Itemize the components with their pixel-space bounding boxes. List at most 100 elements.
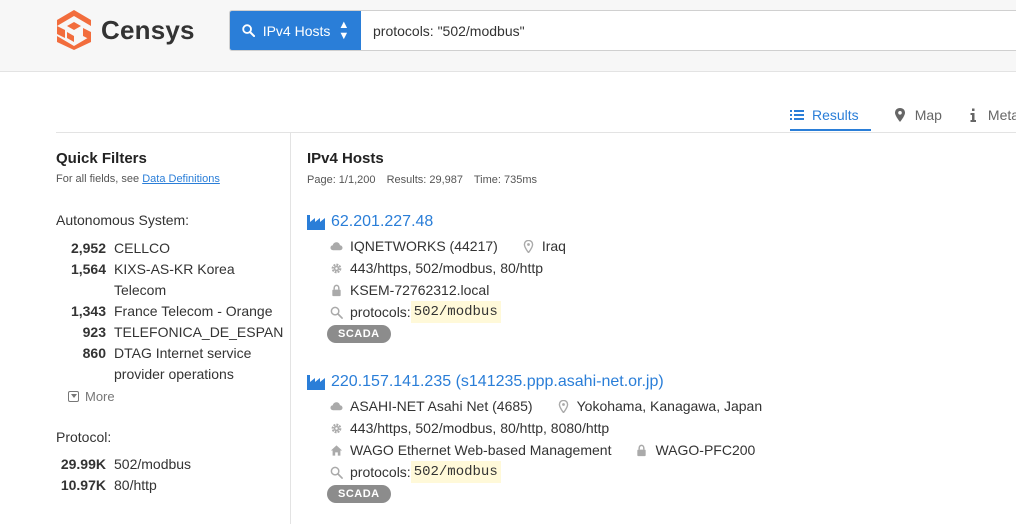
info-icon: [970, 108, 976, 122]
device-label: WAGO Ethernet Web-based Management: [350, 442, 612, 458]
quick-filters-title: Quick Filters: [56, 150, 147, 167]
query-time: Time: 735ms: [473, 174, 538, 186]
result-network-line: ASAHI-NET Asahi Net (4685) Yokohama, Kan…: [330, 395, 762, 417]
facet-list-protocol: 29.99K 502/modbus 10.97K 80/http: [56, 454, 281, 496]
map-marker-icon: [894, 108, 905, 122]
facet-label: KIXS-AS-KR Korea Telecom: [114, 261, 235, 298]
tab-map[interactable]: Map: [893, 107, 952, 129]
facet-item[interactable]: 10.97K 80/http: [56, 475, 281, 496]
result-services-line: 443/https, 502/modbus, 80/http: [330, 257, 566, 279]
facet-item[interactable]: 1,343 France Telecom - Orange: [56, 301, 281, 322]
results-title: IPv4 Hosts: [307, 150, 384, 167]
censys-logo[interactable]: Censys: [55, 10, 195, 50]
factory-icon: [307, 215, 325, 230]
data-definitions-link[interactable]: Data Definitions: [142, 173, 220, 185]
match-prefix: protocols:: [350, 464, 411, 480]
page-indicator: Page: 1/1,200: [307, 174, 376, 186]
tag-badge[interactable]: SCADA: [327, 485, 391, 503]
facet-label: 502/modbus: [114, 456, 192, 472]
view-tabs: Results Map Metada: [790, 107, 1016, 131]
facet-title-protocol: Protocol:: [56, 429, 112, 445]
facet-count: 10.97K: [60, 477, 106, 493]
facet-item[interactable]: 923 TELEFONICA_DE_ESPAN: [56, 322, 284, 343]
map-marker-icon: [557, 399, 570, 413]
facet-item[interactable]: 2,952 CELLCO: [56, 238, 281, 259]
column-divider: [290, 132, 291, 524]
result-device-line: WAGO Ethernet Web-based Management WAGO-…: [330, 439, 762, 461]
tag-badge[interactable]: SCADA: [327, 325, 391, 343]
facet-item[interactable]: 1,564 KIXS-AS-KR Korea Telecom: [56, 259, 281, 301]
tab-results[interactable]: Results: [790, 107, 871, 131]
result-network-line: IQNETWORKS (44217) Iraq: [330, 235, 566, 257]
tab-metadata-label: Metada: [987, 107, 1016, 123]
cert-label: KSEM-72762312.local: [350, 282, 490, 298]
location-label: Iraq: [541, 238, 566, 254]
facet-item[interactable]: 29.99K 502/modbus: [56, 454, 281, 475]
search-icon: [330, 466, 343, 479]
gear-icon: [330, 262, 343, 275]
result-title-link[interactable]: 62.201.227.48: [331, 213, 433, 231]
facet-label: CELLCO: [114, 240, 171, 256]
quick-filters-panel: Quick Filters For all fields, see Data D…: [56, 150, 284, 496]
tab-results-label: Results: [812, 107, 859, 123]
result-header: 220.157.141.235 (s141235.ppp.asahi-net.o…: [307, 373, 762, 391]
facet-count: 1,343: [70, 303, 106, 319]
facet-item[interactable]: 860 DTAG Internet service provider opera…: [56, 343, 281, 385]
chevron-down-icon: [68, 391, 79, 402]
location-label: Yokohama, Kanagawa, Japan: [576, 398, 763, 414]
top-header: Censys IPv4 Hosts ▲ ▼: [0, 0, 1016, 72]
result-match-line: protocols: 502/modbus: [330, 461, 762, 483]
search-input[interactable]: [361, 11, 1016, 50]
facet-count: 29.99K: [60, 456, 106, 472]
facet-title-autonomous-system: Autonomous System:: [56, 212, 190, 228]
tab-map-label: Map: [914, 107, 942, 123]
facet-label: DTAG Internet service provider operation…: [114, 345, 252, 382]
search-icon: [241, 24, 255, 37]
factory-icon: [307, 375, 325, 390]
facet-label: France Telecom - Orange: [114, 303, 273, 319]
subtitle-prefix: For all fields, see: [56, 173, 143, 185]
services-label: 443/https, 502/modbus, 80/http, 8080/htt…: [350, 420, 610, 436]
services-label: 443/https, 502/modbus, 80/http: [350, 260, 544, 276]
results-count: Results: 29,987: [386, 174, 464, 186]
list-icon: [790, 110, 804, 120]
facet-label: TELEFONICA_DE_ESPAN: [114, 324, 284, 340]
tab-metadata[interactable]: Metada: [966, 107, 1016, 129]
lock-icon: [330, 284, 343, 297]
search-bar: IPv4 Hosts ▲ ▼: [229, 10, 1016, 51]
censys-logo-icon: [57, 10, 91, 50]
network-label: ASAHI-NET Asahi Net (4685): [350, 398, 533, 414]
divider: [56, 132, 1016, 133]
result-item: 62.201.227.48 IQNETWORKS (44217) Iraq 44…: [307, 213, 566, 343]
map-marker-icon: [522, 239, 535, 253]
facet-count: 860: [82, 345, 106, 361]
facet-label: 80/http: [114, 477, 157, 493]
search-icon: [330, 306, 343, 319]
results-panel: IPv4 Hosts Page: 1/1,200 Results: 29,987…: [307, 150, 1007, 503]
cert-label: WAGO-PFC200: [655, 442, 756, 458]
home-icon: [330, 444, 343, 457]
quick-filters-subtitle: For all fields, see Data Definitions: [56, 173, 281, 185]
cloud-icon: [330, 400, 343, 413]
more-button[interactable]: More: [68, 389, 281, 404]
result-cert-line: KSEM-72762312.local: [330, 279, 566, 301]
search-type-label: IPv4 Hosts: [262, 22, 331, 39]
facet-count: 2,952: [70, 240, 106, 256]
result-services-line: 443/https, 502/modbus, 80/http, 8080/htt…: [330, 417, 762, 439]
cloud-icon: [330, 240, 343, 253]
more-label: More: [85, 389, 115, 404]
network-label: IQNETWORKS (44217): [350, 238, 498, 254]
match-prefix: protocols:: [350, 304, 411, 320]
results-meta: Page: 1/1,200 Results: 29,987 Time: 735m…: [307, 174, 1007, 186]
logo-text: Censys: [101, 14, 195, 45]
facet-list-autonomous-system: 2,952 CELLCO 1,564 KIXS-AS-KR Korea Tele…: [56, 238, 284, 385]
search-type-dropdown[interactable]: IPv4 Hosts ▲ ▼: [230, 11, 361, 50]
gear-icon: [330, 422, 343, 435]
facet-count: 923: [82, 324, 106, 340]
result-item: 220.157.141.235 (s141235.ppp.asahi-net.o…: [307, 373, 762, 503]
result-match-line: protocols: 502/modbus: [330, 301, 566, 323]
match-value: 502/modbus: [410, 301, 501, 323]
match-value: 502/modbus: [410, 461, 501, 483]
result-title-link[interactable]: 220.157.141.235 (s141235.ppp.asahi-net.o…: [331, 373, 664, 391]
lock-icon: [635, 444, 648, 457]
